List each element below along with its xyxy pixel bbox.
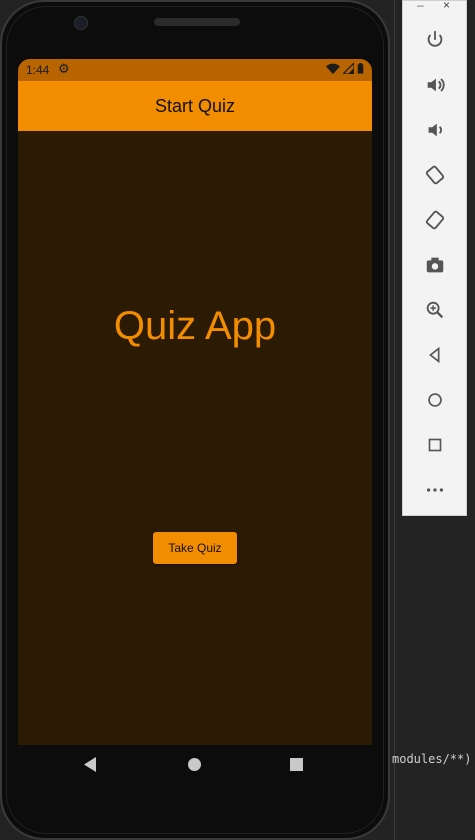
more-dots-icon bbox=[426, 488, 444, 492]
earpiece-speaker bbox=[154, 18, 240, 26]
rotate-right-icon bbox=[425, 210, 445, 230]
toolbar-close-button[interactable]: × bbox=[443, 0, 450, 12]
system-nav-bar bbox=[18, 745, 372, 785]
rotate-left-icon bbox=[425, 165, 445, 185]
power-icon bbox=[427, 30, 443, 47]
volume-up-icon bbox=[427, 78, 445, 92]
rotate-right-button[interactable] bbox=[420, 205, 450, 235]
ide-path-text: modules/**) bbox=[392, 752, 472, 766]
app-bar: Start Quiz bbox=[18, 81, 372, 131]
take-quiz-button[interactable]: Take Quiz bbox=[153, 532, 237, 564]
app-headline: Quiz App bbox=[113, 304, 277, 348]
volume-up-button[interactable] bbox=[420, 70, 450, 100]
status-time: 1:44 bbox=[26, 63, 50, 77]
signal-icon bbox=[343, 63, 354, 74]
zoom-icon bbox=[426, 301, 444, 319]
rotate-left-button[interactable] bbox=[420, 160, 450, 190]
more-button[interactable] bbox=[420, 475, 450, 505]
recent-apps-icon[interactable] bbox=[290, 758, 303, 771]
camera-icon bbox=[426, 257, 444, 273]
status-bar: 1:44 ⚙ bbox=[18, 59, 372, 81]
home-icon[interactable] bbox=[188, 758, 201, 771]
wifi-icon bbox=[326, 63, 340, 74]
back-icon[interactable] bbox=[84, 757, 98, 772]
front-camera bbox=[74, 16, 88, 30]
zoom-button[interactable] bbox=[420, 295, 450, 325]
screenshot-button[interactable] bbox=[420, 250, 450, 280]
home-circle-icon bbox=[428, 393, 442, 407]
page-title: Start Quiz bbox=[154, 95, 236, 116]
battery-icon bbox=[357, 63, 364, 74]
overview-square-icon bbox=[428, 438, 442, 452]
phone-frame: 1:44 ⚙ Start Quiz Quiz App Take Quiz bbox=[0, 0, 390, 840]
toolbar-minimize-button[interactable]: – bbox=[417, 0, 424, 12]
ide-divider bbox=[394, 0, 395, 840]
emulator-toolbar: – × bbox=[402, 0, 467, 516]
power-button[interactable] bbox=[420, 25, 450, 55]
status-icons bbox=[326, 63, 364, 74]
volume-down-icon bbox=[428, 123, 442, 137]
volume-down-button[interactable] bbox=[420, 115, 450, 145]
gear-icon: ⚙ bbox=[58, 61, 70, 76]
overview-button[interactable] bbox=[420, 430, 450, 460]
device-screen: 1:44 ⚙ Start Quiz Quiz App Take Quiz bbox=[18, 59, 372, 745]
back-button[interactable] bbox=[420, 340, 450, 370]
back-triangle-icon bbox=[429, 346, 440, 364]
home-button[interactable] bbox=[420, 385, 450, 415]
